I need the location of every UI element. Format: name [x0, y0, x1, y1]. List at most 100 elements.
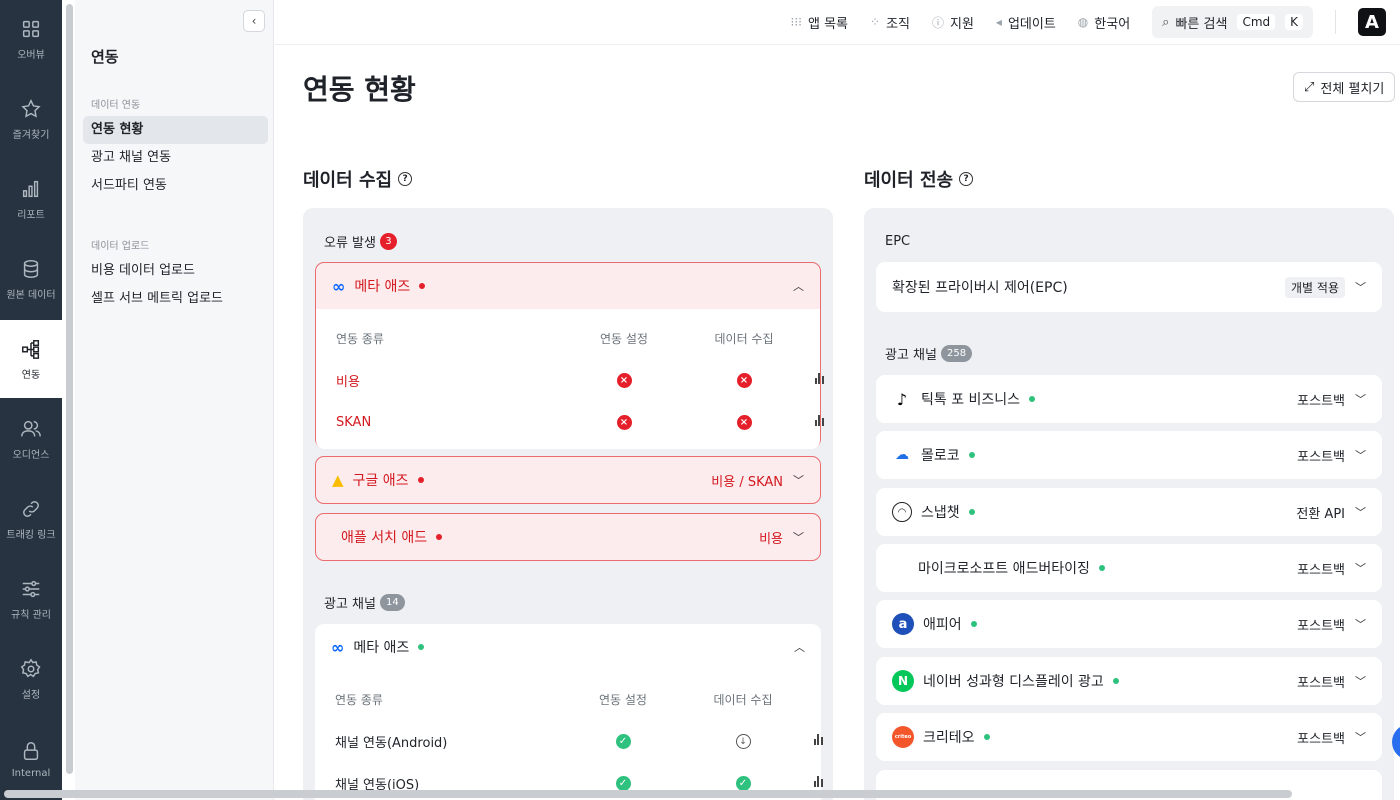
search-icon: ⌕: [1162, 14, 1170, 30]
channel-card-microsoft[interactable]: 마이크로소프트 애드버타이징 포스트백 ﹀: [876, 544, 1382, 592]
row-type: 채널 연동(Android): [335, 735, 448, 751]
chevron-left-icon: ‹: [251, 14, 257, 28]
database-icon: [23, 259, 39, 278]
channel-card-appier[interactable]: a 애피어 포스트백 ﹀: [876, 600, 1382, 648]
meta-icon: ∞: [332, 276, 346, 296]
card-mode: 포스트백: [1297, 393, 1345, 409]
account-logo[interactable]: A: [1358, 8, 1386, 36]
rail-item-favorites[interactable]: 즐겨찾기: [0, 80, 62, 158]
channel-count-badge: 258: [940, 345, 973, 362]
microsoft-icon: [892, 560, 909, 577]
rail-label: 즐겨찾기: [12, 129, 50, 141]
card-detail: 비용 / SKAN: [711, 474, 783, 490]
epc-card[interactable]: 확장된 프라이버시 제어(EPC) 개별 적용 ﹀: [876, 262, 1382, 312]
chevron-down-icon: ﹀: [1355, 675, 1366, 688]
channel-card-moloco[interactable]: ☁ 몰로코 포스트백 ﹀: [876, 431, 1382, 479]
apple-search-ads-error-card[interactable]: 애플 서치 애드 비용 ﹀: [315, 513, 821, 561]
rail-item-raw-data[interactable]: 원본 데이터: [0, 240, 62, 318]
subnav-item-third-party[interactable]: 서드파티 연동: [83, 172, 268, 200]
card-name: 스냅챗: [921, 505, 960, 521]
rail-label: 설정: [21, 689, 41, 701]
card-name: 틱톡 포 비즈니스: [921, 392, 1021, 408]
support-link[interactable]: ⓘ 지원: [932, 13, 974, 32]
quick-search-button[interactable]: ⌕ 빠른 검색 Cmd K: [1152, 6, 1313, 38]
channel-card-snapchat[interactable]: ◠ 스냅챗 전환 API ﹀: [876, 488, 1382, 536]
chevron-up-icon: ︿: [793, 280, 804, 293]
col-setup: 연동 설정: [600, 331, 648, 346]
rail-label: 규칙 관리: [11, 609, 51, 621]
channel-card-naver[interactable]: N 네이버 성과형 디스플레이 광고 포스트백 ﹀: [876, 657, 1382, 705]
col-setup: 연동 설정: [599, 692, 647, 707]
chevron-down-icon: ﹀: [1355, 506, 1366, 519]
data-transfer-label: 데이터 전송: [864, 170, 954, 191]
meta-ads-error-header[interactable]: ∞ 메타 애즈 ︿: [316, 263, 820, 309]
grid-icon: [22, 20, 40, 37]
table-row: 채널 연동(Android) ✓ ↓: [335, 720, 823, 762]
row-type: SKAN: [336, 414, 372, 430]
subnav-item-ad-channel[interactable]: 광고 채널 연동: [83, 144, 268, 172]
collapse-sidebar-button[interactable]: ‹: [243, 10, 265, 32]
chevron-down-icon: ﹀: [1355, 449, 1366, 462]
org-link[interactable]: ⁘ 조직: [870, 13, 910, 32]
top-bar: ⁝⁝⁝ 앱 목록 ⁘ 조직 ⓘ 지원 ◂ 업데이트 ◍ 한국어 ⌕ 빠른 검색 Cmd K…: [275, 0, 1400, 45]
meta-ads-error-card: ∞ 메타 애즈 ︿ 연동 종류 연동 설정 데이터 수집 비용 × × SKAN…: [315, 262, 824, 449]
language-selector[interactable]: ◍ 한국어: [1078, 13, 1130, 32]
updates-link[interactable]: ◂ 업데이트: [996, 13, 1056, 32]
naver-icon: N: [892, 670, 914, 692]
status-dot: [419, 283, 426, 289]
expand-all-button[interactable]: ⤢ 전체 펼치기: [1293, 72, 1396, 102]
chevron-down-icon: ﹀: [1355, 393, 1366, 406]
ad-channel-label: 광고 채널: [885, 348, 937, 363]
integration-icon: [22, 339, 40, 359]
stats-icon[interactable]: [813, 733, 823, 745]
card-mode: 포스트백: [1297, 731, 1345, 747]
subnav-item-metric-upload[interactable]: 셀프 서브 메트릭 업로드: [83, 285, 268, 313]
lock-icon: [23, 741, 39, 760]
card-name: 메타 애즈: [353, 640, 410, 656]
card-mode: 포스트백: [1297, 562, 1345, 578]
stats-icon[interactable]: [814, 414, 824, 426]
card-mode: 전환 API: [1296, 506, 1345, 522]
rail-item-report[interactable]: 리포트: [0, 160, 62, 238]
epc-label: EPC: [885, 234, 911, 249]
subnav-section-data-upload: 데이터 업로드: [91, 241, 150, 252]
meta-ads-header[interactable]: ∞ 메타 애즈 ︿: [315, 624, 821, 670]
subnav-item-status[interactable]: 연동 현황: [83, 116, 268, 144]
sub-sidebar: ‹ 연동 데이터 연동 연동 현황 광고 채널 연동 서드파티 연동 데이터 업…: [75, 0, 274, 800]
rail-item-audience[interactable]: 오디언스: [0, 400, 62, 478]
help-icon[interactable]: ?: [959, 172, 974, 186]
meta-ads-error-table: 연동 종류 연동 설정 데이터 수집 비용 × × SKAN × ×: [316, 309, 824, 449]
stats-icon[interactable]: [814, 372, 824, 384]
error-group-label: 오류 발생 3: [324, 232, 397, 251]
rail-item-integration[interactable]: 연동: [0, 320, 62, 398]
subnav-title: 연동: [91, 48, 119, 66]
rail-item-rules[interactable]: 규칙 관리: [0, 560, 62, 638]
apps-grid-icon: ⁝⁝⁝: [790, 15, 802, 29]
horizontal-scrollbar[interactable]: [4, 790, 1292, 798]
search-label: 빠른 검색: [1175, 16, 1228, 32]
gear-icon: [20, 658, 41, 677]
rail-item-settings[interactable]: 설정: [0, 640, 62, 718]
rail-scrollbar[interactable]: [66, 4, 73, 774]
help-icon[interactable]: ?: [398, 172, 413, 186]
rail-item-tracking-link[interactable]: 트래킹 링크: [0, 480, 62, 558]
status-dot: [983, 734, 990, 740]
card-mode: 포스트백: [1297, 449, 1345, 465]
col-collect: 데이터 수집: [713, 692, 773, 707]
rail-label: Internal: [11, 767, 51, 779]
rail-item-internal[interactable]: Internal: [0, 720, 62, 798]
support-label: 지원: [950, 16, 974, 32]
chevron-up-icon: ︿: [794, 641, 805, 654]
ad-channel-group-label: 광고 채널 14: [324, 593, 405, 612]
rail-item-overview[interactable]: 오버뷰: [0, 0, 62, 78]
topbar-divider: [1335, 10, 1336, 34]
channel-card-tiktok[interactable]: ♪ 틱톡 포 비즈니스 포스트백 ﹀: [876, 375, 1382, 423]
stats-icon[interactable]: [813, 775, 823, 787]
apps-link[interactable]: ⁝⁝⁝ 앱 목록: [791, 13, 848, 32]
ad-channel-group-label: 광고 채널 258: [885, 344, 973, 363]
card-name: 애피어: [923, 617, 962, 633]
subnav-item-cost-upload[interactable]: 비용 데이터 업로드: [83, 257, 268, 285]
card-name: 몰로코: [921, 448, 960, 464]
google-ads-error-card[interactable]: ▲ 구글 애즈 비용 / SKAN ﹀: [315, 456, 821, 504]
channel-card-criteo[interactable]: criteo 크리테오 포스트백 ﹀: [876, 713, 1382, 761]
